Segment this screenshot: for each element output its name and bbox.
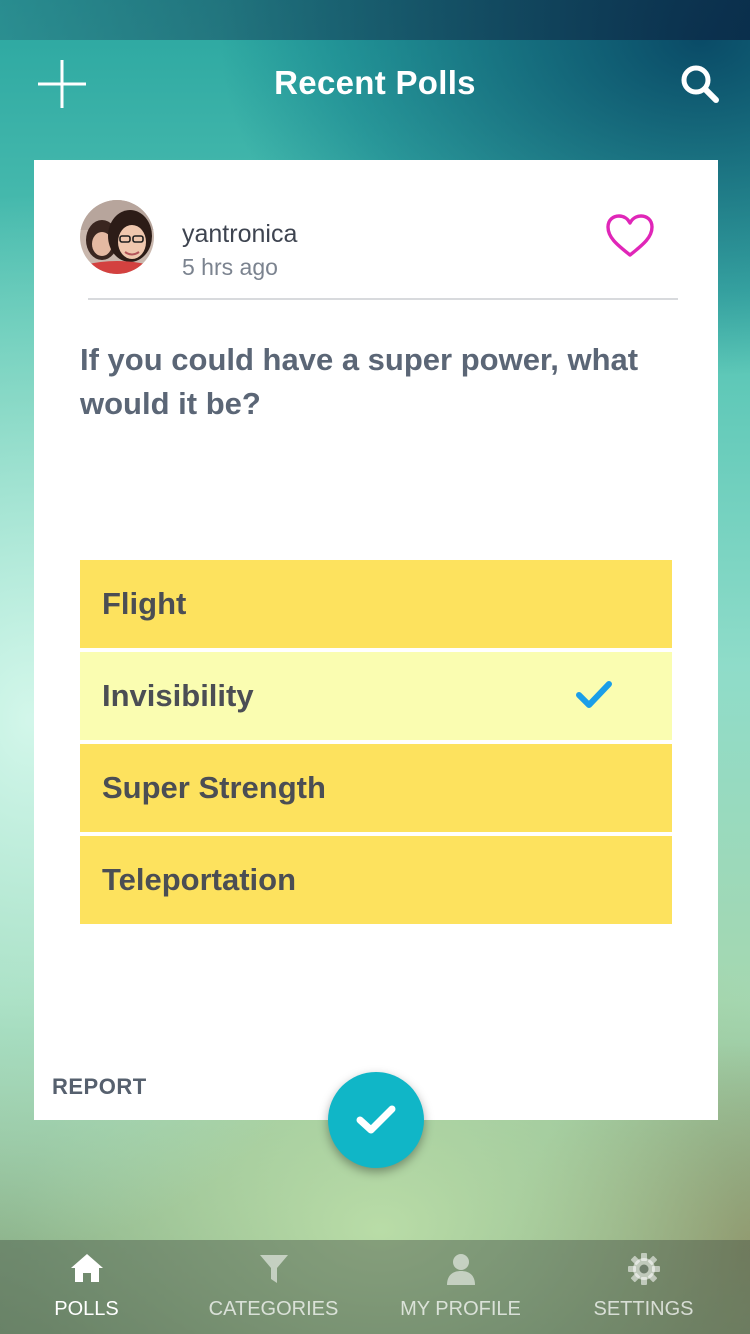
option-label: Teleportation xyxy=(102,862,297,897)
poll-card: yantronica 5 hrs ago If you could have a… xyxy=(34,160,718,1120)
tab-label: POLLS xyxy=(54,1298,119,1320)
filter-icon xyxy=(259,1255,288,1283)
tab-label: CATEGORIES xyxy=(208,1298,339,1320)
checkmark-icon xyxy=(356,1105,396,1134)
poll-option-invisibility[interactable]: Invisibility xyxy=(80,652,672,740)
option-label: Flight xyxy=(102,586,187,621)
poll-option-teleportation[interactable]: Teleportation xyxy=(80,836,672,924)
person-icon xyxy=(446,1254,475,1285)
status-bar xyxy=(0,0,750,40)
search-button[interactable] xyxy=(678,62,722,106)
poll-option-flight[interactable]: Flight xyxy=(80,560,672,648)
favorite-button[interactable] xyxy=(604,212,656,260)
gear-icon xyxy=(627,1253,660,1285)
avatar[interactable] xyxy=(80,200,154,274)
poll-options: Flight Invisibility Super Strength Telep… xyxy=(80,560,672,928)
home-icon xyxy=(70,1254,103,1282)
page-title: Recent Polls xyxy=(274,64,476,101)
heart-outline-icon xyxy=(606,214,654,257)
post-timestamp: 5 hrs ago xyxy=(182,254,278,280)
search-icon xyxy=(681,65,719,103)
submit-vote-button[interactable] xyxy=(328,1072,424,1168)
header-divider xyxy=(88,298,678,300)
tab-my-profile[interactable]: MY PROFILE xyxy=(367,1240,554,1334)
tab-polls[interactable]: POLLS xyxy=(0,1240,180,1334)
tab-categories[interactable]: CATEGORIES xyxy=(180,1240,367,1334)
tab-label: SETTINGS xyxy=(593,1298,694,1320)
nav-bar: Recent Polls xyxy=(0,40,750,130)
tab-label: MY PROFILE xyxy=(400,1298,521,1320)
tab-settings[interactable]: SETTINGS xyxy=(550,1240,737,1334)
poll-option-super-strength[interactable]: Super Strength xyxy=(80,744,672,832)
checkmark-icon xyxy=(576,681,612,708)
bottom-tab-bar: POLLS CATEGORIES MY PROFILE SETTINGS xyxy=(0,1240,750,1334)
option-label: Invisibility xyxy=(102,678,254,713)
author-username[interactable]: yantronica xyxy=(182,220,297,249)
poll-question: If you could have a super power, what wo… xyxy=(80,342,639,421)
report-link[interactable]: REPORT xyxy=(52,1074,147,1100)
avatar-photo xyxy=(80,200,154,274)
option-label: Super Strength xyxy=(102,770,326,805)
